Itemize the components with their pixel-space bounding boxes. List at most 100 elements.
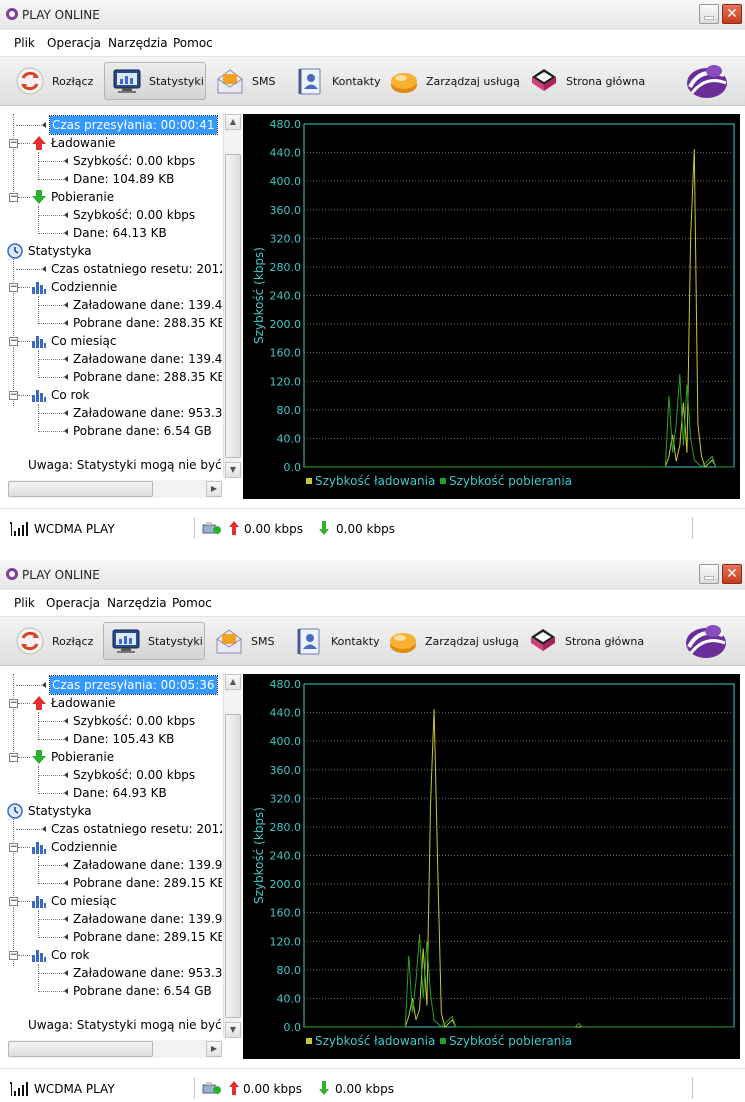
monthly-downloaded-item[interactable]: Pobrane dane: 288.35 KB xyxy=(73,368,222,386)
daily-uploaded-item[interactable]: Załadowane dane: 139.40 xyxy=(73,296,222,314)
yearly-downloaded-item[interactable]: Pobrane dane: 6.54 GB xyxy=(73,422,212,440)
disconnect-label: Rozłącz xyxy=(52,634,94,648)
last-reset-item[interactable]: Czas ostatniego resetu: 2012- xyxy=(51,820,222,838)
monthly-expander[interactable]: − xyxy=(9,897,18,906)
menu-plik[interactable]: Plik xyxy=(14,596,35,610)
tree-horizontal-scrollbar[interactable]: ▶ xyxy=(8,480,222,498)
upload-expander[interactable]: − xyxy=(9,699,18,708)
monthly-uploaded-item[interactable]: Załadowane dane: 139.94 xyxy=(73,910,222,928)
scroll-thumb[interactable] xyxy=(225,714,241,1018)
upload-expander[interactable]: − xyxy=(9,139,18,148)
scroll-right-button[interactable]: ▶ xyxy=(206,481,222,497)
menu-operacja[interactable]: Operacja xyxy=(46,596,100,610)
disconnect-button[interactable]: Rozłącz xyxy=(14,622,93,660)
scroll-thumb[interactable] xyxy=(8,1041,153,1057)
upload-speed-item[interactable]: Szybkość: 0.00 kbps xyxy=(73,152,195,170)
sms-button[interactable]: SMS xyxy=(213,622,274,660)
monthly-expander[interactable]: − xyxy=(9,337,18,346)
upload-node[interactable]: Ładowanie xyxy=(51,134,116,152)
yearly-expander[interactable]: − xyxy=(9,391,18,400)
menu-pomoc[interactable]: Pomoc xyxy=(173,36,213,50)
scroll-thumb[interactable] xyxy=(225,154,241,458)
yearly-node[interactable]: Co rok xyxy=(51,386,90,404)
yearly-node[interactable]: Co rok xyxy=(51,946,90,964)
last-reset-item[interactable]: Czas ostatniego resetu: 2012- xyxy=(51,260,222,278)
disconnect-button[interactable]: Rozłącz xyxy=(14,62,93,100)
minimize-button[interactable] xyxy=(699,564,719,584)
scroll-up-button[interactable]: ▲ xyxy=(225,674,241,690)
minimize-button[interactable] xyxy=(699,4,719,24)
daily-expander[interactable]: − xyxy=(9,283,18,292)
title-bar[interactable]: PLAY ONLINE ✕ xyxy=(0,560,745,591)
upload-data-item[interactable]: Dane: 105.43 KB xyxy=(73,730,174,748)
speed-chart: 480.0 440.0 400.0 360.0 320.0 280.0 240.0 200.0… xyxy=(243,114,740,499)
daily-downloaded-item[interactable]: Pobrane dane: 289.15 KB xyxy=(73,874,222,892)
transfer-time-item[interactable]: Czas przesyłania: 00:00:41 xyxy=(49,115,218,135)
tree-horizontal-scrollbar[interactable]: ▶ xyxy=(8,1040,222,1058)
manage-service-button[interactable]: Zarządzaj usługą xyxy=(387,622,519,660)
download-expander[interactable]: − xyxy=(9,193,18,202)
upload-speed-item[interactable]: Szybkość: 0.00 kbps xyxy=(73,712,195,730)
yearly-uploaded-item[interactable]: Załadowane dane: 953.31 xyxy=(73,404,222,422)
menu-operacja[interactable]: Operacja xyxy=(47,36,101,50)
close-button[interactable]: ✕ xyxy=(722,4,742,24)
manage-service-icon xyxy=(391,73,417,93)
download-node[interactable]: Pobieranie xyxy=(51,748,114,766)
upload-data-item[interactable]: Dane: 104.89 KB xyxy=(73,170,174,188)
scroll-thumb[interactable] xyxy=(8,481,153,497)
daily-expander[interactable]: − xyxy=(9,843,18,852)
statistics-node[interactable]: Statystyka xyxy=(28,242,92,260)
statistics-button[interactable]: Statystyki xyxy=(103,622,205,660)
statistics-monitor-icon xyxy=(113,69,141,93)
upload-node[interactable]: Ładowanie xyxy=(51,694,116,712)
scroll-up-button[interactable]: ▲ xyxy=(225,114,241,130)
tree-vertical-scrollbar[interactable]: ▲ ▼ xyxy=(223,114,242,478)
daily-node[interactable]: Codziennie xyxy=(51,278,117,296)
statistics-button[interactable]: Statystyki xyxy=(104,62,206,100)
daily-downloaded-item[interactable]: Pobrane dane: 288.35 KB xyxy=(73,314,222,332)
scroll-right-button[interactable]: ▶ xyxy=(206,1041,222,1057)
download-speed-item[interactable]: Szybkość: 0.00 kbps xyxy=(73,766,195,784)
menu-plik[interactable]: Plik xyxy=(14,36,35,50)
daily-uploaded-item[interactable]: Załadowane dane: 139.94 xyxy=(73,856,222,874)
monthly-node[interactable]: Co miesiąc xyxy=(51,332,116,350)
y-axis-label: Szybkość (kbps) xyxy=(252,807,266,904)
close-button[interactable]: ✕ xyxy=(722,564,742,584)
transfer-time-item[interactable]: Czas przesyłania: 00:05:36 xyxy=(49,675,218,695)
download-expander[interactable]: − xyxy=(9,753,18,762)
download-data-item[interactable]: Dane: 64.93 KB xyxy=(73,784,167,802)
home-page-button[interactable]: Strona główna xyxy=(527,622,644,660)
download-data-item[interactable]: Dane: 64.13 KB xyxy=(73,224,167,242)
download-node[interactable]: Pobieranie xyxy=(51,188,114,206)
contacts-button[interactable]: Kontakty xyxy=(293,622,380,660)
yearly-downloaded-item[interactable]: Pobrane dane: 6.54 GB xyxy=(73,982,212,1000)
menu-narzedzia[interactable]: Narzędzia xyxy=(107,596,167,610)
menu-pomoc[interactable]: Pomoc xyxy=(172,596,212,610)
sms-button[interactable]: SMS xyxy=(214,62,275,100)
main-content: Czas przesyłania: 00:00:41 − Ładowanie S… xyxy=(0,106,745,499)
y-tick-label: 0.0 xyxy=(284,1021,302,1034)
yearly-expander[interactable]: − xyxy=(9,951,18,960)
menu-bar: Plik Operacja Narzędzia Pomoc xyxy=(0,30,745,56)
monthly-node[interactable]: Co miesiąc xyxy=(51,892,116,910)
scroll-down-button[interactable]: ▼ xyxy=(225,1022,241,1038)
statistics-tree[interactable]: Czas przesyłania: 00:00:41 − Ładowanie S… xyxy=(0,106,242,499)
daily-node[interactable]: Codziennie xyxy=(51,838,117,856)
monthly-uploaded-item[interactable]: Załadowane dane: 139.40 xyxy=(73,350,222,368)
menu-narzedzia[interactable]: Narzędzia xyxy=(108,36,168,50)
yearly-uploaded-item[interactable]: Załadowane dane: 953.31 xyxy=(73,964,222,982)
download-arrow-icon xyxy=(319,521,329,535)
y-tick-label: 360.0 xyxy=(270,764,302,777)
home-page-button[interactable]: Strona główna xyxy=(528,62,645,100)
statistics-node[interactable]: Statystyka xyxy=(28,802,92,820)
download-speed-status: 0.00 kbps xyxy=(336,522,395,536)
title-bar[interactable]: PLAY ONLINE ✕ xyxy=(0,0,745,31)
statistics-tree[interactable]: Czas przesyłania: 00:05:36 − Ładowanie S… xyxy=(0,666,242,1059)
scroll-down-button[interactable]: ▼ xyxy=(225,462,241,478)
contacts-button[interactable]: Kontakty xyxy=(294,62,381,100)
manage-service-button[interactable]: Zarządzaj usługą xyxy=(388,62,520,100)
tree-vertical-scrollbar[interactable]: ▲ ▼ xyxy=(223,674,242,1038)
legend-swatch xyxy=(306,1038,312,1044)
monthly-downloaded-item[interactable]: Pobrane dane: 289.15 KB xyxy=(73,928,222,946)
download-speed-item[interactable]: Szybkość: 0.00 kbps xyxy=(73,206,195,224)
